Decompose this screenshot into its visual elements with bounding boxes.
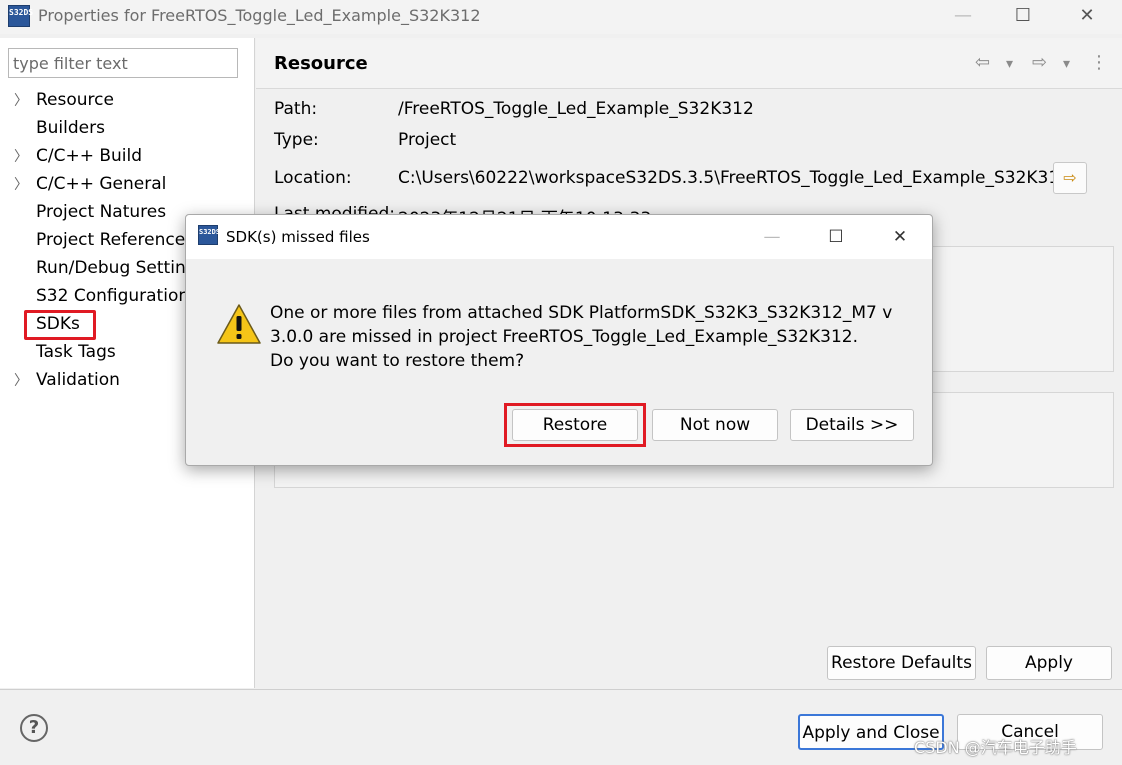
chevron-right-icon[interactable]: 〉 [14, 143, 36, 170]
details-button[interactable]: Details >> [790, 409, 914, 441]
filter-input[interactable] [8, 48, 238, 78]
s32ds-app-icon: S32DS [198, 225, 220, 245]
s32ds-app-icon: S32DS [8, 5, 33, 27]
location-value: C:\Users\60222\workspaceS32DS.3.5\FreeRT… [398, 168, 1071, 188]
dialog-maximize-button[interactable]: ☐ [816, 223, 856, 251]
tree-item-cpp-general[interactable]: 〉 C/C++ General [14, 170, 252, 198]
dialog-message-line: 3.0.0 are missed in project FreeRTOS_Tog… [270, 327, 858, 347]
page-title: Resource [274, 53, 368, 74]
dialog-minimize-button[interactable]: — [752, 223, 792, 251]
tree-item-resource[interactable]: 〉 Resource [14, 86, 252, 114]
dialog-message-line: Do you want to restore them? [270, 351, 525, 371]
forward-dropdown-icon[interactable]: ▾ [1063, 56, 1070, 72]
back-arrow-icon[interactable]: ⇦ [975, 52, 990, 73]
warning-icon [217, 304, 261, 344]
restore-defaults-button[interactable]: Restore Defaults [827, 646, 976, 680]
tree-item-cpp-build[interactable]: 〉 C/C++ Build [14, 142, 252, 170]
back-dropdown-icon[interactable]: ▾ [1006, 56, 1013, 72]
path-value: /FreeRTOS_Toggle_Led_Example_S32K312 [398, 99, 754, 119]
location-label: Location: [274, 168, 352, 188]
show-in-explorer-button[interactable]: ⇨ [1053, 162, 1087, 194]
path-label: Path: [274, 99, 318, 119]
sdk-missed-files-dialog: S32DS SDK(s) missed files — ☐ ✕ One or m… [185, 214, 933, 466]
window-titlebar: S32DS Properties for FreeRTOS_Toggle_Led… [0, 0, 1122, 34]
dialog-message-line: One or more files from attached SDK Plat… [270, 303, 893, 323]
chevron-right-icon[interactable]: 〉 [14, 87, 36, 114]
not-now-button[interactable]: Not now [652, 409, 778, 441]
view-menu-icon[interactable]: ⋮ [1090, 52, 1108, 73]
restore-highlight-box [504, 403, 646, 447]
tree-item-builders[interactable]: Builders [14, 114, 252, 142]
minimize-button[interactable]: — [940, 2, 986, 30]
chevron-right-icon[interactable]: 〉 [14, 171, 36, 198]
close-button[interactable]: ✕ [1064, 2, 1110, 30]
apply-button[interactable]: Apply [986, 646, 1112, 680]
dialog-titlebar: S32DS SDK(s) missed files — ☐ ✕ [186, 215, 932, 259]
sdks-highlight-box [24, 310, 96, 340]
maximize-button[interactable]: ☐ [1000, 2, 1046, 30]
chevron-right-icon[interactable]: 〉 [14, 367, 36, 394]
window-title: Properties for FreeRTOS_Toggle_Led_Examp… [38, 6, 481, 25]
forward-arrow-icon[interactable]: ⇨ [1032, 52, 1047, 73]
dialog-close-button[interactable]: ✕ [880, 223, 920, 251]
page-header [256, 38, 1122, 89]
watermark: CSDN @汽车电子助手 [914, 738, 1077, 757]
help-icon[interactable]: ? [20, 714, 48, 742]
type-label: Type: [274, 130, 319, 150]
dialog-title: SDK(s) missed files [226, 228, 370, 246]
type-value: Project [398, 130, 457, 150]
open-folder-icon: ⇨ [1063, 168, 1077, 187]
